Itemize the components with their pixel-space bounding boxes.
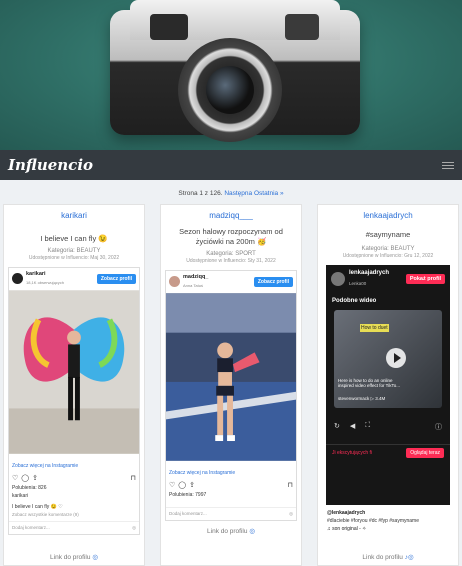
hero-image <box>0 0 462 150</box>
card-title[interactable]: lenkaajadrych <box>318 211 458 220</box>
profile-link-text[interactable]: Link do profilu <box>50 554 90 561</box>
card-category: Kategoria: BEAUTY <box>47 248 101 254</box>
avatar[interactable] <box>331 271 345 286</box>
instagram-embed: madziqq_ Anna Tatuś Zobacz profil Zobacz … <box>165 270 297 521</box>
show-profile-button[interactable]: Pokaż profil <box>405 273 445 284</box>
instagram-embed: karikari 18,1K obserwujących Zobacz profi… <box>8 267 140 535</box>
avatar[interactable] <box>12 273 23 284</box>
camera-window <box>285 14 319 40</box>
card-headline: #saymyname <box>365 230 411 239</box>
instagram-icon: ◎ <box>92 554 98 561</box>
video-tag: How to duet <box>360 324 389 332</box>
card-headline: Sezon halowy rozpoczynam od życiówki na … <box>179 227 283 246</box>
camera-lens-glass <box>206 66 254 114</box>
card-date: Udostępnione w Influencio: Sty 31, 2022 <box>186 258 276 264</box>
play-icon[interactable] <box>386 348 406 368</box>
card-headline: I believe I can fly 😉 <box>40 234 108 243</box>
promo-text: Ji ekscytujących fi <box>332 450 373 456</box>
add-comment-input[interactable]: Dodaj komentarz... <box>169 511 207 517</box>
embed-username[interactable]: lenkaajadrych <box>349 270 402 277</box>
embed-followers: 18,1K obserwujących <box>26 280 65 285</box>
add-comment-input[interactable]: Dodaj komentarz... <box>12 525 50 531</box>
share-icon[interactable]: ⇪ <box>32 474 38 482</box>
tiktok-embed: lenkaajadrych Lenka00 Pokaż profil Podobn… <box>326 265 450 505</box>
bookmark-icon[interactable]: ⊓ <box>131 474 136 482</box>
embed-subtitle: Lenka00 <box>349 281 367 286</box>
post-photo[interactable] <box>166 292 296 462</box>
instagram-more-link[interactable]: Zobacz więcej na Instagramie <box>166 467 296 479</box>
profile-link[interactable]: Link do profilu ◎ <box>4 553 144 561</box>
comment-icon[interactable]: ◯ <box>178 481 186 489</box>
tiktok-sound[interactable]: ♫ son original - ✧ <box>327 525 449 533</box>
profile-link-text[interactable]: Link do profilu <box>207 528 247 535</box>
influencer-card: lenkaajadrych #saymyname Kategoria: BEAU… <box>317 204 459 566</box>
video-thumbnail[interactable]: How to duet Here is how to do an online … <box>334 310 442 408</box>
avatar[interactable] <box>169 276 180 287</box>
view-profile-button[interactable]: Zobacz profil <box>253 276 293 287</box>
embed-username[interactable]: karikari <box>26 271 94 277</box>
site-logo[interactable]: Influencio <box>8 156 93 174</box>
instagram-icon: ◎ <box>249 528 255 535</box>
camera-window <box>150 14 188 40</box>
info-icon[interactable]: ⓘ <box>435 422 442 432</box>
instagram-more-link[interactable]: Zobacz więcej na Instagramie <box>9 460 139 472</box>
profile-link-text[interactable]: Link do profilu <box>362 554 402 561</box>
card-title[interactable]: karikari <box>4 211 144 220</box>
navbar: Influencio <box>0 150 462 180</box>
next-page-link[interactable]: Następna <box>224 190 252 197</box>
card-title[interactable]: madziqq___ <box>161 211 301 220</box>
heart-icon[interactable]: ♡ <box>12 474 18 482</box>
view-comments-link[interactable]: Zobacz wszystkie komentarze (9) <box>9 511 139 518</box>
replay-icon[interactable]: ↻ <box>334 422 340 432</box>
post-author[interactable]: karikari <box>9 492 139 500</box>
instagram-icon[interactable]: ◎ <box>289 511 293 517</box>
volume-icon[interactable]: ◀ <box>350 422 355 432</box>
post-caption: I believe I can fly 😉 ♡ <box>12 504 63 510</box>
embed-subtitle: Anna Tatuś <box>183 283 203 288</box>
fullscreen-icon[interactable]: ⛶ <box>365 422 370 432</box>
card-date: Udostępnione w Influencio: Maj 30, 2022 <box>28 255 120 261</box>
tiktok-tags[interactable]: #dlaciebie #foryou #dc #fyp #saymyname <box>327 517 449 525</box>
profile-link[interactable]: Link do profilu ♪◎ <box>318 553 458 561</box>
video-meta: stevenwormack ▷ 3.4M <box>338 396 386 401</box>
video-description: Here is how to do an online inspired vid… <box>338 378 400 388</box>
instagram-icon: ◎ <box>407 554 414 561</box>
embed-username[interactable]: madziqq_ <box>183 274 251 280</box>
card-category: Kategoria: BEAUTY <box>361 246 415 252</box>
card-date: Udostępnione w Influencio: Gru 12, 2022 <box>342 253 434 259</box>
last-page-link[interactable]: Ostatnia » <box>254 190 284 197</box>
influencer-card: karikari I believe I can fly 😉 Kategoria… <box>3 204 145 566</box>
watch-now-button[interactable]: Oglądaj teraz <box>406 448 444 458</box>
instagram-icon[interactable]: ◎ <box>132 525 136 531</box>
profile-link[interactable]: Link do profilu ◎ <box>161 527 301 535</box>
bookmark-icon[interactable]: ⊓ <box>288 481 293 489</box>
hamburger-icon[interactable] <box>442 161 454 169</box>
page-indicator: Strona 1 z 126. <box>178 190 223 197</box>
card-category: Kategoria: SPORT <box>206 251 256 257</box>
tiktok-handle[interactable]: @lenkaajadrych <box>327 509 449 517</box>
likes-count: Polubienia: 826 <box>12 485 47 491</box>
influencer-card: madziqq___ Sezon halowy rozpoczynam od ż… <box>160 204 302 566</box>
heart-icon[interactable]: ♡ <box>169 481 175 489</box>
view-profile-button[interactable]: Zobacz profil <box>96 273 136 284</box>
post-photo[interactable] <box>9 289 139 455</box>
similar-videos-title: Podobne wideo <box>332 298 377 304</box>
comment-icon[interactable]: ◯ <box>21 474 29 482</box>
likes-count: Polubienia: 7997 <box>169 492 207 498</box>
share-icon[interactable]: ⇪ <box>189 481 195 489</box>
pagination: Strona 1 z 126. Następna Ostatnia » <box>0 190 462 197</box>
